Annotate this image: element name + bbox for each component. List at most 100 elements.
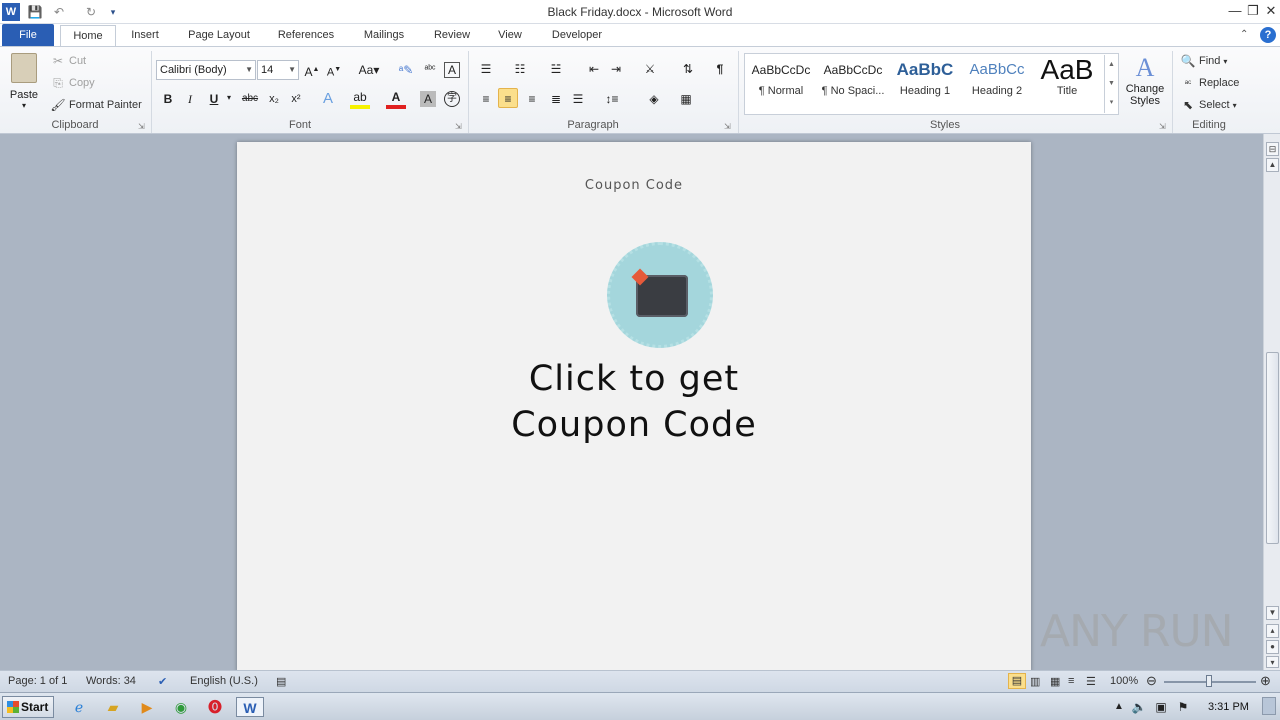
draft-icon[interactable]: ☰: [1086, 675, 1096, 688]
volume-icon[interactable]: 🔈: [1128, 697, 1150, 717]
zoom-in-icon[interactable]: ⊕: [1260, 673, 1271, 689]
borders-icon[interactable]: ▦: [676, 89, 696, 109]
tab-references[interactable]: References: [270, 24, 342, 47]
coupon-cta-link[interactable]: Click to get Coupon Code: [237, 356, 1031, 448]
opera-icon[interactable]: ⓿: [204, 697, 226, 717]
start-button[interactable]: Start: [2, 696, 54, 718]
network-icon[interactable]: ▣: [1150, 697, 1172, 717]
enclose-characters-icon[interactable]: 字: [444, 91, 460, 107]
word-taskbar-icon[interactable]: W: [236, 697, 264, 717]
italic-button[interactable]: I: [180, 89, 200, 109]
scroll-thumb[interactable]: [1266, 352, 1279, 544]
phonetic-guide-icon[interactable]: ᵃᵇᶜ: [420, 60, 440, 80]
clock[interactable]: 3:31 PM: [1208, 701, 1249, 713]
strikethrough-button[interactable]: abc: [238, 89, 262, 109]
cut-button[interactable]: ✂ Cut: [50, 51, 86, 71]
font-family-combo[interactable]: Calibri (Body) ▼: [156, 60, 256, 80]
full-screen-reading-icon[interactable]: ▥: [1030, 675, 1040, 688]
align-center-icon[interactable]: ≡: [498, 88, 518, 108]
restore-icon[interactable]: ❐: [1244, 2, 1262, 20]
sort-icon[interactable]: ⇅: [678, 59, 698, 79]
minimize-ribbon-icon[interactable]: ⌃: [1240, 29, 1248, 40]
character-shading-icon[interactable]: A: [420, 91, 436, 107]
macro-record-icon[interactable]: ▤: [276, 675, 286, 688]
superscript-button[interactable]: x²: [286, 89, 306, 109]
justify-icon[interactable]: ≣: [546, 89, 566, 109]
tab-insert[interactable]: Insert: [122, 24, 168, 47]
show-hidden-icons[interactable]: ▲: [1108, 697, 1130, 717]
paste-button[interactable]: Paste ▾: [8, 53, 40, 115]
show-desktop-button[interactable]: [1262, 697, 1276, 715]
show-marks-icon[interactable]: ¶: [710, 59, 730, 79]
tab-file[interactable]: File: [2, 24, 54, 47]
line-spacing-icon[interactable]: ↕≡: [602, 89, 622, 109]
decrease-indent-icon[interactable]: ⇤: [584, 59, 604, 79]
proofing-icon[interactable]: ✔: [158, 675, 167, 688]
browse-object-icon[interactable]: ●: [1266, 640, 1279, 654]
chrome-icon[interactable]: ◉: [170, 697, 192, 717]
tab-page-layout[interactable]: Page Layout: [180, 24, 258, 47]
subscript-button[interactable]: x₂: [264, 89, 284, 109]
zoom-level[interactable]: 100%: [1110, 675, 1138, 687]
find-button[interactable]: 🔍 Find ▾: [1180, 51, 1228, 71]
font-color-icon[interactable]: A: [386, 89, 406, 109]
dialog-launcher-icon[interactable]: ⇲: [724, 122, 731, 131]
minimize-icon[interactable]: —: [1226, 2, 1244, 20]
action-center-flag-icon[interactable]: ⚑: [1172, 697, 1194, 717]
bullets-icon[interactable]: ☰: [476, 59, 496, 79]
clear-formatting-icon[interactable]: ᵃ✎: [396, 60, 416, 80]
ie-icon[interactable]: ℯ: [68, 697, 90, 717]
align-right-icon[interactable]: ≡: [522, 89, 542, 109]
previous-page-icon[interactable]: ▴: [1266, 624, 1279, 638]
zoom-slider-thumb[interactable]: [1206, 675, 1212, 687]
tab-review[interactable]: Review: [426, 24, 478, 47]
zoom-out-icon[interactable]: ⊖: [1146, 673, 1157, 689]
style-heading-2[interactable]: AaBbCc Heading 2: [962, 55, 1032, 107]
text-effects-icon[interactable]: A: [318, 89, 338, 109]
scroll-down-icon[interactable]: ▼: [1266, 606, 1279, 620]
style-title[interactable]: AaB Title: [1032, 55, 1102, 107]
grow-font-icon[interactable]: A▲: [302, 60, 322, 80]
underline-button[interactable]: U: [204, 89, 224, 109]
shading-icon[interactable]: ◈: [644, 89, 664, 109]
help-icon[interactable]: ?: [1260, 27, 1276, 43]
change-case-button[interactable]: Aa▾: [356, 60, 382, 80]
explorer-icon[interactable]: ▰: [102, 697, 124, 717]
next-page-icon[interactable]: ▾: [1266, 656, 1279, 668]
select-button[interactable]: ⬉ Select ▾: [1180, 95, 1237, 115]
style-no-spacing[interactable]: AaBbCcDc ¶ No Spaci...: [818, 55, 888, 107]
tab-mailings[interactable]: Mailings: [354, 24, 414, 47]
page-count[interactable]: Page: 1 of 1: [8, 675, 67, 687]
tab-view[interactable]: View: [490, 24, 530, 47]
styles-scroll[interactable]: ▲ ▼ ▾: [1104, 55, 1118, 113]
asian-layout-icon[interactable]: ⚔: [640, 59, 660, 79]
chevron-down-icon[interactable]: ▾: [227, 93, 231, 102]
format-painter-button[interactable]: 🖌 Format Painter: [50, 95, 141, 115]
coupon-badge-image[interactable]: [607, 242, 713, 348]
character-border-icon[interactable]: A: [444, 62, 460, 78]
dialog-launcher-icon[interactable]: ⇲: [138, 122, 145, 131]
tab-developer[interactable]: Developer: [542, 24, 612, 47]
language-indicator[interactable]: English (U.S.): [190, 675, 258, 687]
align-left-icon[interactable]: ≡: [476, 89, 496, 109]
distributed-icon[interactable]: ☰: [568, 89, 588, 109]
change-styles-button[interactable]: A Change Styles: [1122, 53, 1168, 107]
shrink-font-icon[interactable]: A▼: [324, 60, 344, 80]
print-layout-icon[interactable]: ▤: [1008, 673, 1026, 689]
scroll-up-icon[interactable]: ▲: [1266, 158, 1279, 172]
highlight-icon[interactable]: ab: [350, 89, 370, 109]
dialog-launcher-icon[interactable]: ⇲: [455, 122, 462, 131]
tab-home[interactable]: Home: [60, 25, 116, 48]
ruler-toggle-icon[interactable]: ⊟: [1266, 142, 1279, 156]
copy-button[interactable]: ⎘ Copy: [50, 73, 95, 93]
close-icon[interactable]: ✕: [1262, 2, 1280, 20]
outline-icon[interactable]: ≡: [1068, 675, 1074, 687]
document-page[interactable]: Coupon Code Click to get Coupon Code: [237, 142, 1031, 672]
vertical-scrollbar[interactable]: ⊟ ▲ ▼ ▴ ● ▾: [1263, 134, 1280, 670]
numbering-icon[interactable]: ☷: [510, 59, 530, 79]
increase-indent-icon[interactable]: ⇥: [606, 59, 626, 79]
replace-button[interactable]: ᵃᶜ Replace: [1180, 73, 1240, 93]
font-size-combo[interactable]: 14 ▼: [257, 60, 299, 80]
word-count[interactable]: Words: 34: [86, 675, 136, 687]
bold-button[interactable]: B: [158, 89, 178, 109]
